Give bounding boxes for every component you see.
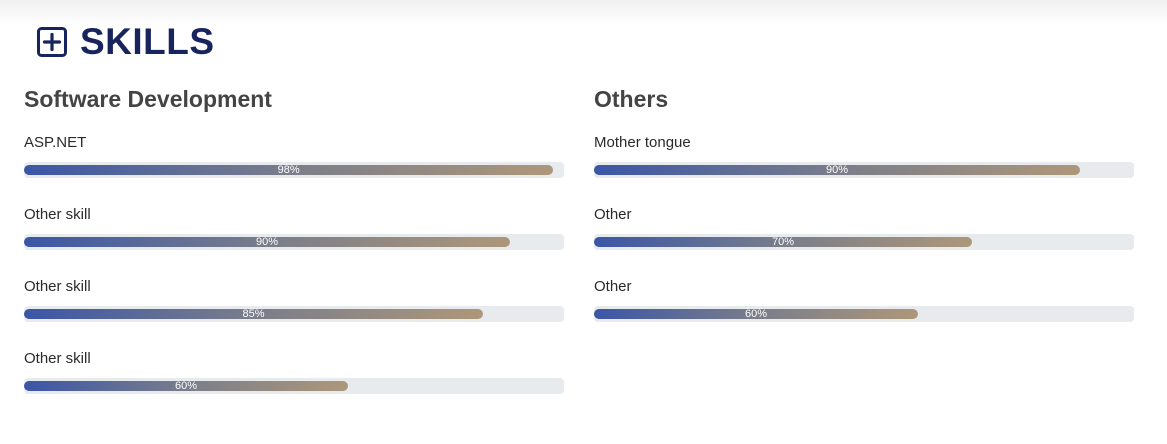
skill-progress-bar: 98% bbox=[24, 162, 564, 178]
skill-progress-bar: 85% bbox=[24, 306, 564, 322]
skill-progress-bar: 60% bbox=[24, 378, 564, 394]
skills-section-header: SKILLS bbox=[36, 20, 215, 64]
skill-percent: 90% bbox=[825, 164, 849, 176]
skill-progress-bar: 70% bbox=[594, 234, 1134, 250]
skill-label: Other skill bbox=[24, 350, 91, 367]
skill-label: Other skill bbox=[24, 206, 91, 223]
skill-item: Other skill 85% bbox=[24, 277, 564, 349]
skill-percent: 85% bbox=[242, 308, 265, 320]
section-title: SKILLS bbox=[80, 21, 215, 62]
skill-item: Mother tongue 90% bbox=[594, 133, 1134, 205]
skill-item: Other skill 90% bbox=[24, 205, 564, 277]
skill-percent: 98% bbox=[277, 164, 300, 176]
skill-progress-bar: 90% bbox=[594, 162, 1134, 178]
skill-label: ASP.NET bbox=[24, 134, 87, 151]
skill-progress-bar: 90% bbox=[24, 234, 564, 250]
skill-label: Other bbox=[594, 278, 632, 295]
skill-list: ASP.NET 98% Other skill 90% Other skill … bbox=[24, 133, 564, 421]
skill-label: Other bbox=[594, 206, 632, 223]
skills-column-software-development: Software Development ASP.NET 98% Other s… bbox=[24, 84, 564, 421]
column-title: Software Development bbox=[24, 86, 272, 112]
skill-percent: 70% bbox=[771, 236, 795, 248]
skill-percent: 60% bbox=[744, 308, 768, 320]
column-title: Others bbox=[594, 86, 669, 112]
skill-label: Mother tongue bbox=[594, 134, 691, 151]
skills-column-others: Others Mother tongue 90% Other 70% Other… bbox=[594, 84, 1134, 349]
skill-progress-bar: 60% bbox=[594, 306, 1134, 322]
skill-percent: 90% bbox=[255, 236, 279, 248]
skill-list: Mother tongue 90% Other 70% Other 60% bbox=[594, 133, 1134, 349]
skill-item: Other skill 60% bbox=[24, 349, 564, 421]
skill-label: Other skill bbox=[24, 278, 91, 295]
skill-percent: 60% bbox=[174, 380, 198, 392]
plus-square-icon bbox=[36, 26, 68, 58]
skill-item: Other 70% bbox=[594, 205, 1134, 277]
skill-item: ASP.NET 98% bbox=[24, 133, 564, 205]
skill-item: Other 60% bbox=[594, 277, 1134, 349]
